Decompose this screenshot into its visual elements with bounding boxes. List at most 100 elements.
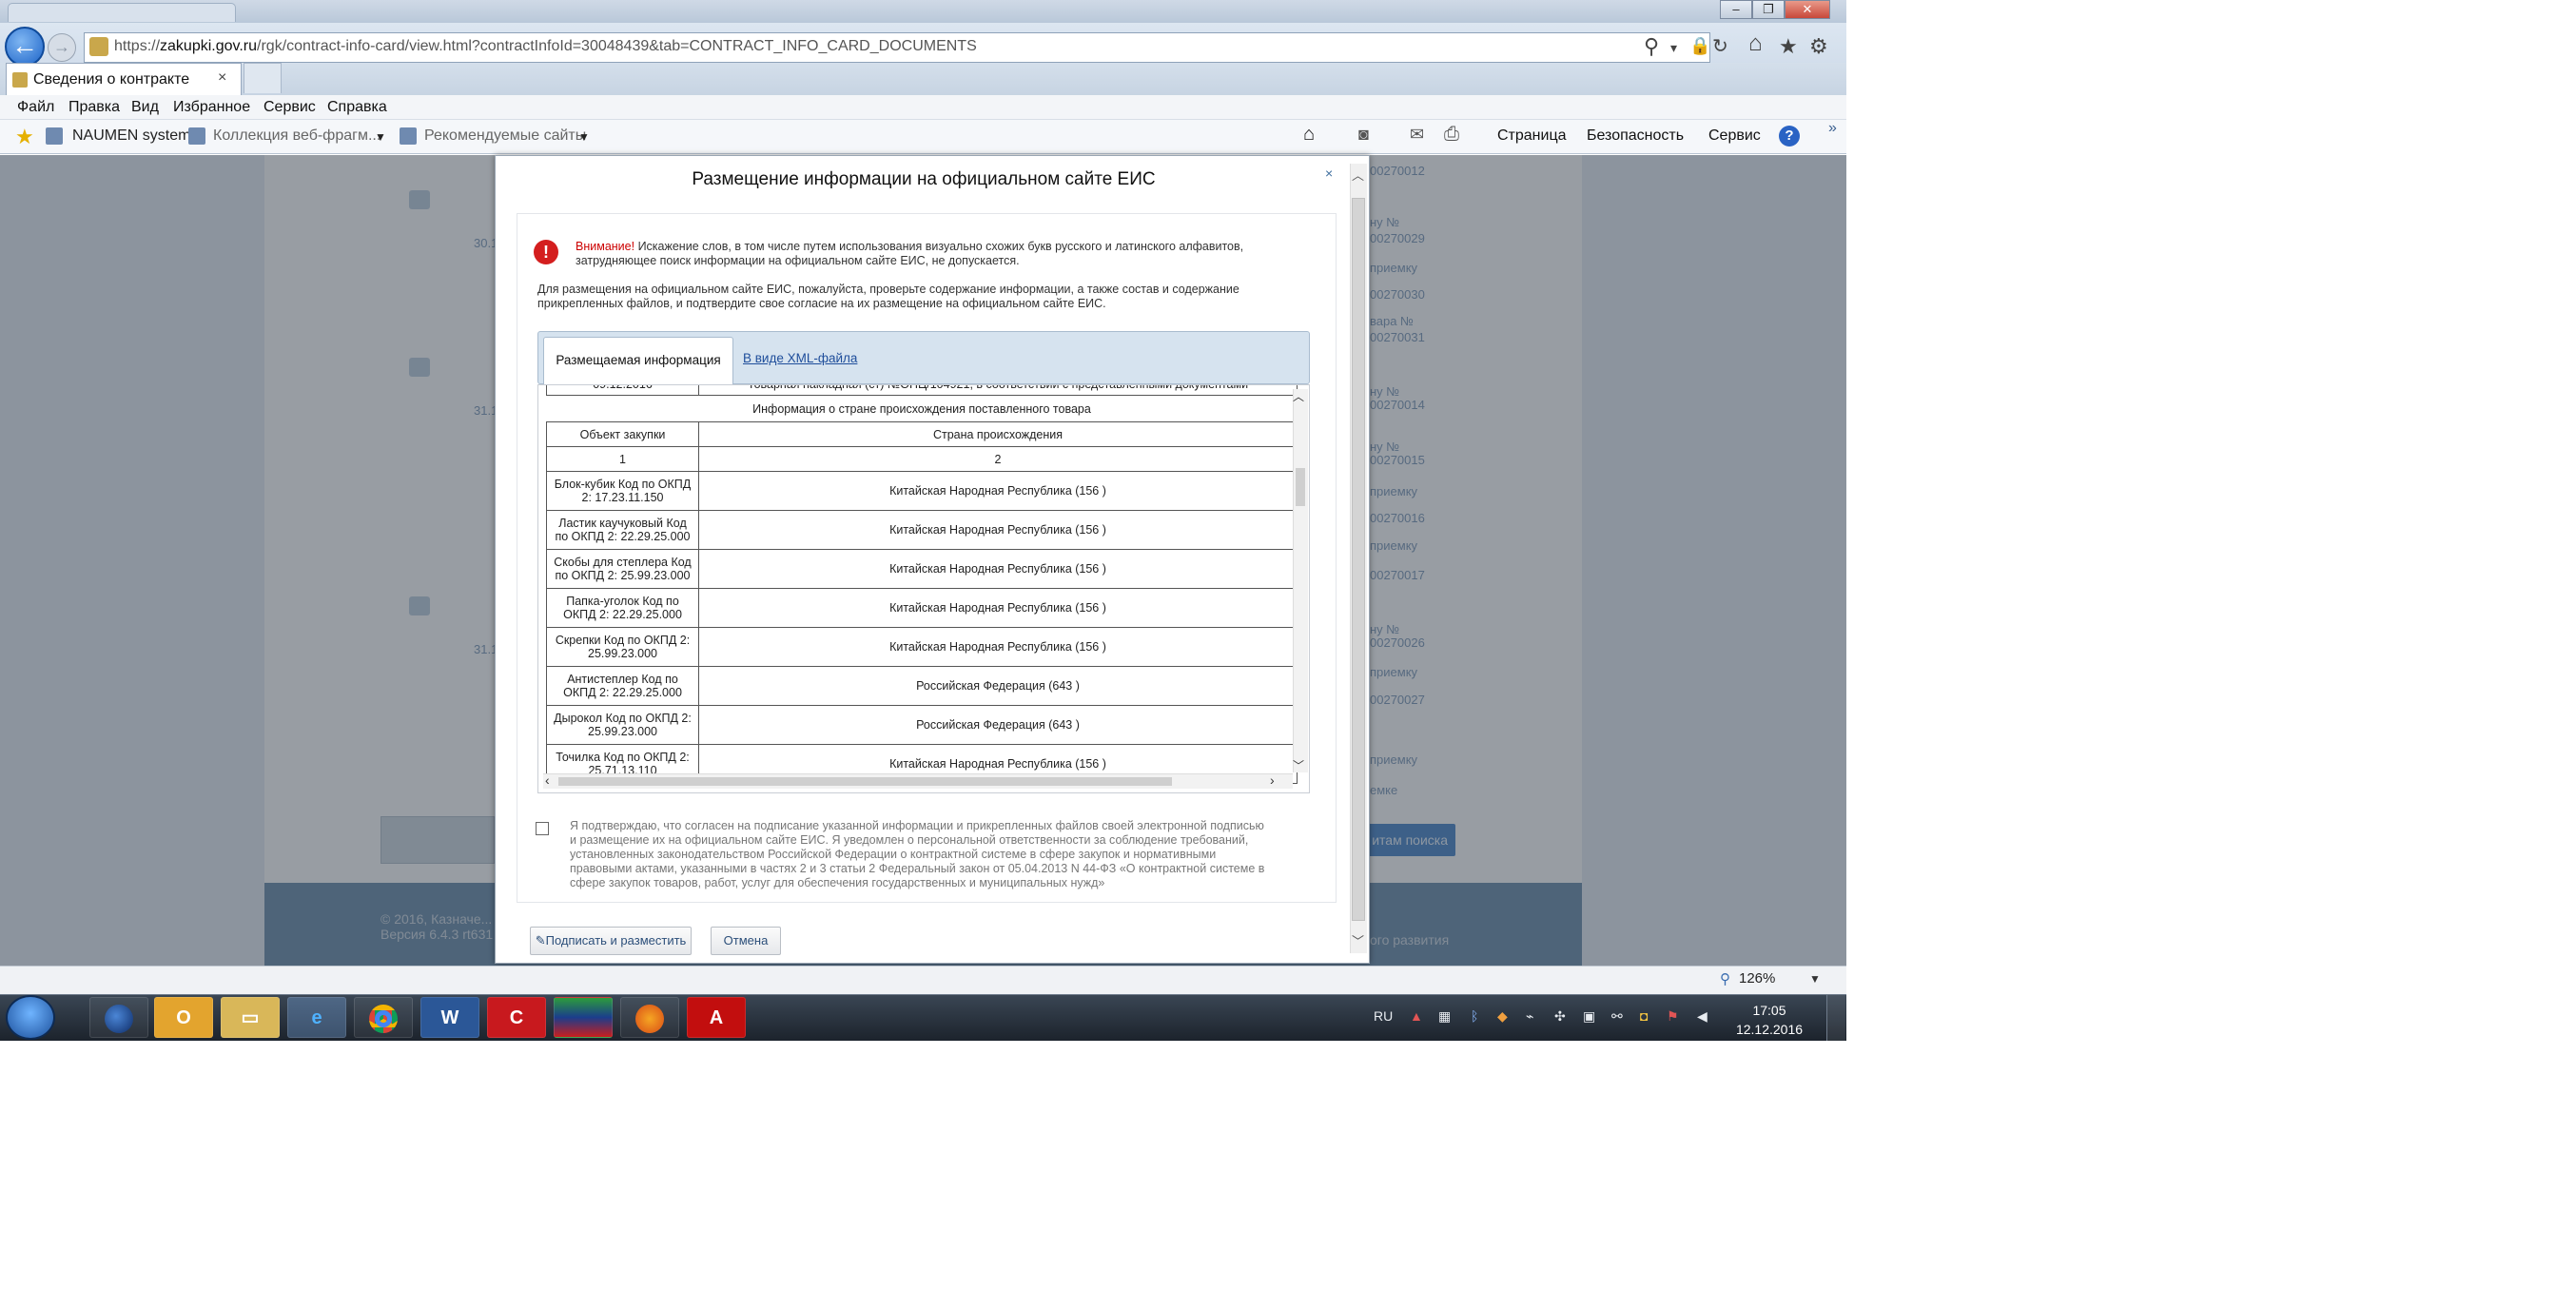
tray-bluetooth-icon[interactable]: ᛒ bbox=[1471, 1008, 1478, 1024]
back-arrow-icon[interactable]: ← bbox=[5, 27, 45, 67]
help-icon[interactable]: ? bbox=[1779, 126, 1800, 147]
tray-network-icon[interactable]: ⌁ bbox=[1526, 1008, 1533, 1025]
start-button[interactable] bbox=[6, 995, 55, 1040]
menu-safety[interactable]: Безопасность bbox=[1587, 127, 1684, 145]
menu-page[interactable]: Страница bbox=[1497, 127, 1567, 145]
table-cell: Товарная накладная (ст) №ОПЦ/104921, в с… bbox=[698, 385, 1298, 396]
close-icon[interactable]: × bbox=[1325, 166, 1333, 181]
language-indicator[interactable]: RU bbox=[1374, 1008, 1393, 1024]
system-clock[interactable]: 17:05 12.12.2016 bbox=[1731, 1001, 1807, 1039]
tray-app-icon[interactable]: ⚯ bbox=[1611, 1008, 1623, 1025]
taskbar-app-chrome-icon[interactable] bbox=[354, 997, 413, 1038]
scroll-left-icon[interactable]: ‹ bbox=[545, 772, 550, 788]
tab-published-info[interactable]: Размещаемая информация bbox=[543, 337, 733, 384]
menu-file[interactable]: Файл bbox=[17, 99, 54, 116]
taskbar-app-outlook-icon[interactable]: O bbox=[154, 997, 213, 1038]
menu-view[interactable]: Вид bbox=[131, 99, 159, 116]
taskbar-app-word-icon[interactable]: W bbox=[420, 997, 479, 1038]
close-window-button[interactable]: ✕ bbox=[1785, 0, 1830, 19]
mail-icon[interactable]: ✉ bbox=[1410, 125, 1424, 145]
site-icon bbox=[46, 127, 63, 145]
tray-acrobat-icon[interactable]: ▲ bbox=[1410, 1008, 1423, 1024]
lock-icon[interactable]: 🔒 bbox=[1689, 36, 1710, 56]
show-desktop-button[interactable] bbox=[1826, 995, 1845, 1041]
forward-arrow-icon[interactable]: → bbox=[48, 33, 76, 62]
checkbox-icon[interactable] bbox=[536, 822, 549, 835]
rss-feed-icon[interactable]: ◙ bbox=[1358, 125, 1369, 145]
chevron-more-icon[interactable]: » bbox=[1828, 120, 1837, 137]
scroll-down-icon[interactable]: ﹀ bbox=[1293, 757, 1304, 773]
tray-app-icon[interactable]: ◘ bbox=[1640, 1008, 1648, 1024]
inactive-window-tab bbox=[8, 3, 236, 22]
confirm-consent-text: Я подтверждаю, что согласен на подписани… bbox=[570, 819, 1265, 889]
tab-close-icon[interactable]: × bbox=[218, 69, 226, 87]
taskbar-app-crypto-icon[interactable]: C bbox=[487, 997, 546, 1038]
home-icon[interactable]: ⌂ bbox=[1748, 30, 1763, 57]
warning-message: Внимание! Искажение слов, в том числе пу… bbox=[576, 240, 1298, 268]
menu-edit[interactable]: Правка bbox=[68, 99, 120, 116]
gear-icon[interactable]: ⚙ bbox=[1809, 34, 1828, 59]
table-vertical-scrollbar[interactable] bbox=[1293, 389, 1308, 772]
tray-network-icon[interactable]: ▦ bbox=[1438, 1008, 1451, 1025]
scroll-down-icon[interactable]: ﹀ bbox=[1352, 931, 1364, 949]
chevron-down-icon[interactable]: ▼ bbox=[1809, 972, 1821, 986]
print-icon[interactable]: ⎙ bbox=[1444, 124, 1459, 146]
publish-dialog: Размещение информации на официальном сай… bbox=[495, 155, 1370, 964]
chevron-down-icon[interactable]: ▼ bbox=[375, 130, 386, 144]
taskbar-app-acrobat-icon[interactable]: A bbox=[687, 997, 746, 1038]
clock-time: 17:05 bbox=[1752, 1003, 1786, 1018]
tab-xml-file[interactable]: В виде XML-файла bbox=[743, 351, 857, 365]
taskbar-app-ie-icon[interactable]: e bbox=[287, 997, 346, 1038]
tray-flag-icon[interactable]: ⚑ bbox=[1667, 1008, 1679, 1025]
chevron-down-icon[interactable]: ▼ bbox=[578, 130, 590, 144]
taskbar-app-firefox-icon[interactable] bbox=[620, 997, 679, 1038]
favorite-naumen[interactable]: NAUMEN system bbox=[72, 127, 190, 145]
cell-object: Антистеплер Код по ОКПД 2: 22.29.25.000 bbox=[546, 666, 699, 706]
refresh-icon[interactable]: ↻ bbox=[1712, 34, 1728, 58]
table-header-row: Объект закупки Страна происхождения bbox=[546, 421, 1298, 447]
cell-object: Скобы для степлера Код по ОКПД 2: 25.99.… bbox=[546, 549, 699, 589]
tray-app-icon[interactable]: ◆ bbox=[1497, 1008, 1508, 1025]
minimize-button[interactable]: – bbox=[1720, 0, 1752, 19]
home-icon[interactable]: ⌂ bbox=[1303, 124, 1315, 146]
url-text[interactable]: https://zakupki.gov.ru/rgk/contract-info… bbox=[114, 38, 977, 55]
tray-volume-icon[interactable]: ◀ bbox=[1697, 1008, 1708, 1025]
dialog-scrollbar-thumb[interactable] bbox=[1352, 198, 1365, 921]
scroll-up-icon[interactable]: ︿ bbox=[1293, 388, 1304, 404]
cancel-button[interactable]: Отмена bbox=[711, 927, 781, 955]
scroll-up-icon[interactable]: ︿ bbox=[1352, 166, 1364, 184]
taskbar-app-globe-icon[interactable] bbox=[89, 997, 148, 1038]
menu-tools[interactable]: Сервис bbox=[263, 99, 316, 116]
table-caption-row: Информация о стране происхождения постав… bbox=[547, 396, 1298, 422]
warning-label: Внимание! bbox=[576, 240, 635, 253]
search-icon[interactable]: ⚲ bbox=[1644, 34, 1659, 59]
favorites-star-icon[interactable]: ★ bbox=[15, 125, 34, 149]
table-hscroll-thumb[interactable] bbox=[558, 777, 1172, 786]
screen: – ❐ ✕ ← → https://zakupki.gov.ru/rgk/con… bbox=[0, 0, 1846, 1041]
maximize-button[interactable]: ❐ bbox=[1752, 0, 1785, 19]
menu-help[interactable]: Справка bbox=[327, 99, 387, 116]
tab-title: Сведения о контракте bbox=[33, 71, 190, 88]
scroll-right-icon[interactable]: › bbox=[1270, 772, 1275, 788]
cell-country: Российская Федерация (643 ) bbox=[698, 705, 1298, 745]
cell-country: Российская Федерация (643 ) bbox=[698, 666, 1298, 706]
table-container: 09.12.2016 Товарная накладная (ст) №ОПЦ/… bbox=[537, 384, 1310, 793]
menu-service[interactable]: Сервис bbox=[1708, 127, 1761, 145]
table-row: Ластик каучуковый Код по ОКПД 2: 22.29.2… bbox=[546, 510, 1298, 550]
new-tab-button[interactable] bbox=[244, 63, 282, 93]
menu-favorites[interactable]: Избранное bbox=[173, 99, 250, 116]
tray-app-icon[interactable]: ▣ bbox=[1583, 1008, 1595, 1025]
sign-and-publish-button[interactable]: ✎Подписать и разместить bbox=[530, 927, 692, 955]
cell-country: Китайская Народная Республика (156 ) bbox=[698, 471, 1298, 511]
taskbar-app-explorer-icon[interactable]: ▭ bbox=[221, 997, 280, 1038]
zoom-level[interactable]: 126% bbox=[1739, 970, 1775, 987]
favorite-web-slices[interactable]: Коллекция веб-фрагм... bbox=[213, 127, 381, 145]
url-domain: zakupki.gov.ru bbox=[160, 38, 258, 54]
favorites-star-icon[interactable]: ★ bbox=[1779, 34, 1798, 59]
favorite-suggested-sites[interactable]: Рекомендуемые сайты bbox=[424, 127, 586, 145]
browser-tab-active[interactable]: Сведения о контракте × bbox=[6, 63, 242, 95]
tray-app-icon[interactable]: ✣ bbox=[1554, 1008, 1566, 1025]
dropdown-icon[interactable]: ▾ bbox=[1670, 40, 1677, 56]
taskbar-app-flag-icon[interactable] bbox=[554, 997, 613, 1038]
table-scroll-thumb[interactable] bbox=[1296, 468, 1305, 506]
